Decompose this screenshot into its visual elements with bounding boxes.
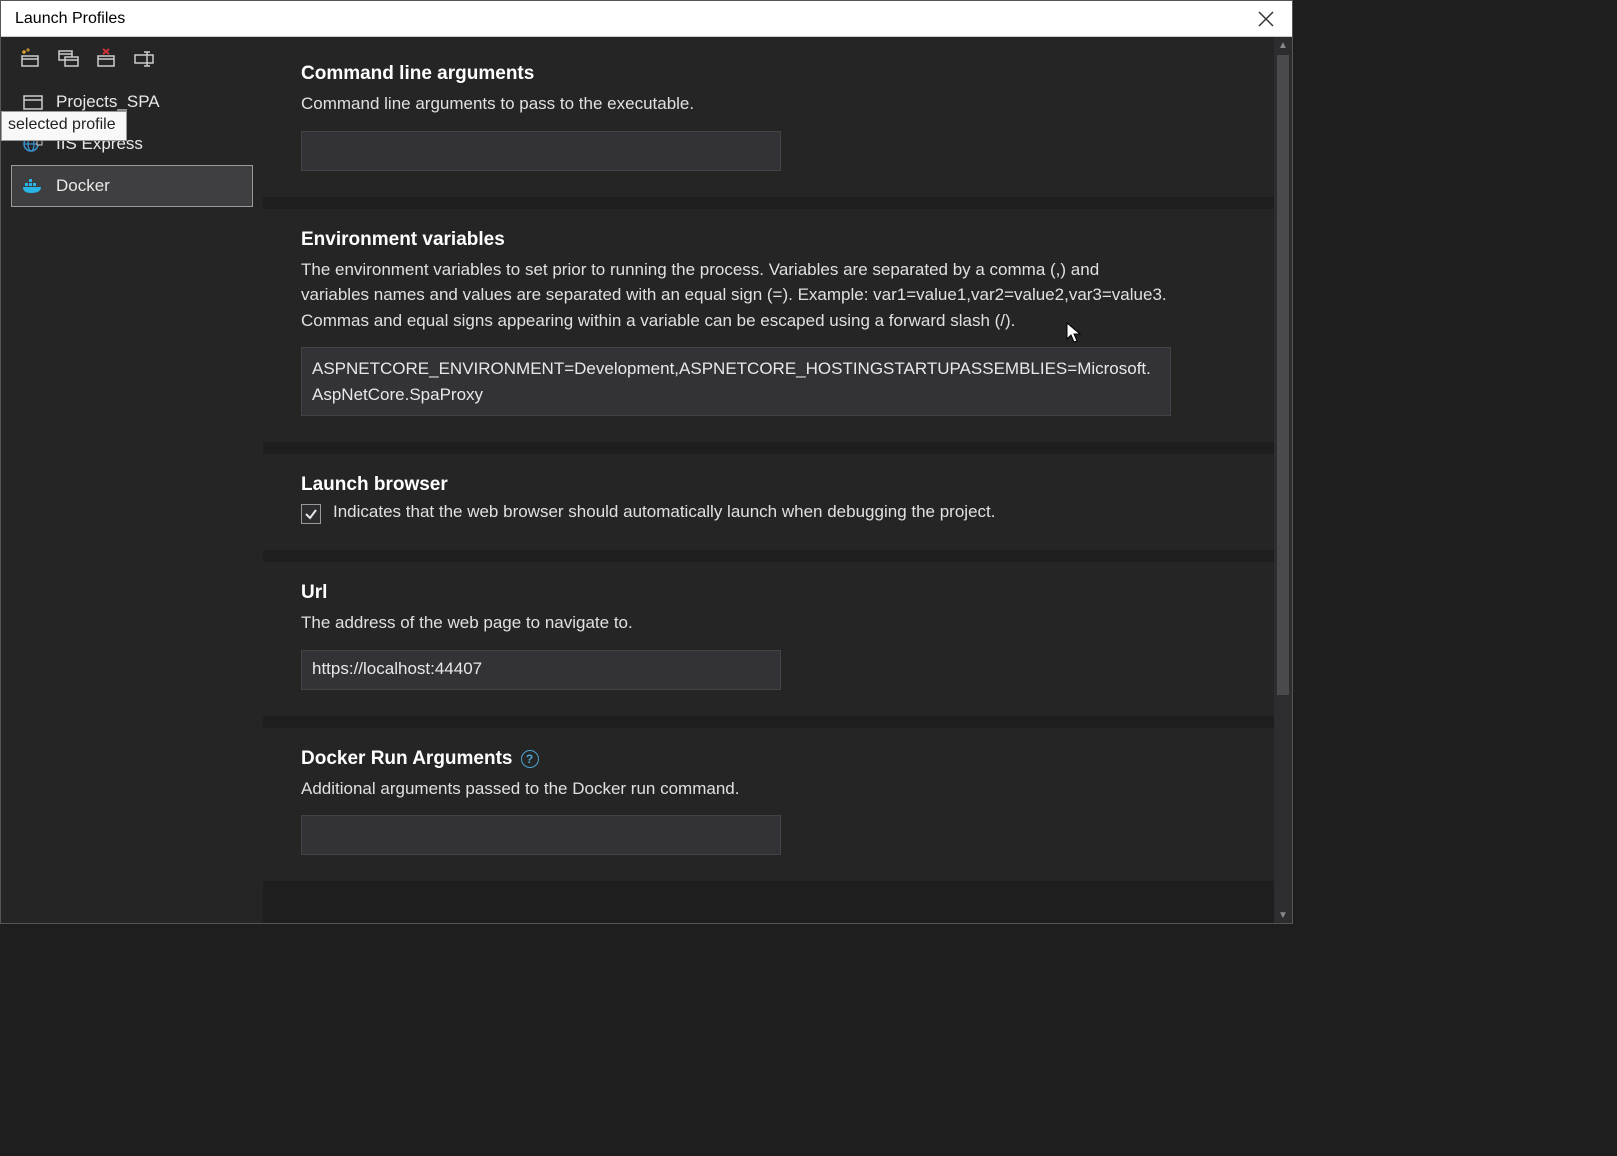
url-input[interactable]: https://localhost:44407 xyxy=(301,650,781,690)
help-icon[interactable]: ? xyxy=(521,750,539,768)
launch-browser-checkbox[interactable] xyxy=(301,504,321,524)
environment-variables-input[interactable]: ASPNETCORE_ENVIRONMENT=Development,ASPNE… xyxy=(301,347,1171,416)
launch-browser-row: Indicates that the web browser should au… xyxy=(301,502,1236,524)
close-button[interactable] xyxy=(1250,11,1282,27)
tooltip: selected profile xyxy=(1,111,127,141)
section-docker-run-arguments: Docker Run Arguments ? Additional argume… xyxy=(263,728,1274,882)
vertical-scrollbar[interactable]: ▲ ▼ xyxy=(1274,37,1292,923)
duplicate-profile-button[interactable] xyxy=(57,47,81,69)
titlebar: Launch Profiles xyxy=(1,1,1292,37)
project-icon xyxy=(22,92,44,112)
profile-item-docker[interactable]: Docker xyxy=(11,165,253,207)
scroll-thumb[interactable] xyxy=(1277,55,1289,695)
sidebar-toolbar xyxy=(1,37,263,77)
rename-icon xyxy=(134,48,156,68)
docker-icon xyxy=(22,176,44,196)
sidebar: selected profile Projects_SPA xyxy=(1,37,263,923)
close-icon xyxy=(1258,11,1274,27)
section-url: Url The address of the web page to navig… xyxy=(263,562,1274,716)
section-title: Docker Run Arguments ? xyxy=(301,748,1236,770)
docker-run-arguments-input[interactable] xyxy=(301,815,781,855)
profile-label: Projects_SPA xyxy=(56,92,160,112)
scroll-up-button[interactable]: ▲ xyxy=(1274,37,1292,53)
section-title: Command line arguments xyxy=(301,63,1236,85)
rename-profile-button[interactable] xyxy=(133,47,157,69)
delete-icon xyxy=(96,48,118,68)
delete-profile-button[interactable] xyxy=(95,47,119,69)
checkbox-label: Indicates that the web browser should au… xyxy=(333,502,995,522)
scroll-area[interactable]: Command line arguments Command line argu… xyxy=(263,37,1274,923)
section-title-text: Docker Run Arguments xyxy=(301,748,513,770)
command-line-arguments-input[interactable] xyxy=(301,131,781,171)
duplicate-icon xyxy=(58,48,80,68)
section-desc: The address of the web page to navigate … xyxy=(301,610,1236,636)
section-launch-browser: Launch browser Indicates that the web br… xyxy=(263,454,1274,550)
section-command-line-arguments: Command line arguments Command line argu… xyxy=(263,37,1274,197)
window-body: selected profile Projects_SPA xyxy=(1,37,1292,923)
section-desc: Command line arguments to pass to the ex… xyxy=(301,91,1236,117)
launch-profiles-window: Launch Profiles xyxy=(0,0,1293,924)
section-title: Url xyxy=(301,582,1236,604)
section-desc: The environment variables to set prior t… xyxy=(301,257,1171,334)
checkmark-icon xyxy=(304,507,318,521)
new-profile-button[interactable] xyxy=(19,47,43,69)
scroll-down-button[interactable]: ▼ xyxy=(1274,907,1292,923)
profile-label: Docker xyxy=(56,176,110,196)
section-environment-variables: Environment variables The environment va… xyxy=(263,209,1274,443)
section-title: Launch browser xyxy=(301,474,1236,496)
new-profile-icon xyxy=(20,48,42,68)
window-title: Launch Profiles xyxy=(15,10,125,28)
profile-list: Projects_SPA IIS Express xyxy=(1,77,263,207)
section-title: Environment variables xyxy=(301,229,1236,251)
section-desc: Additional arguments passed to the Docke… xyxy=(301,776,1236,802)
main-panel: Command line arguments Command line argu… xyxy=(263,37,1292,923)
